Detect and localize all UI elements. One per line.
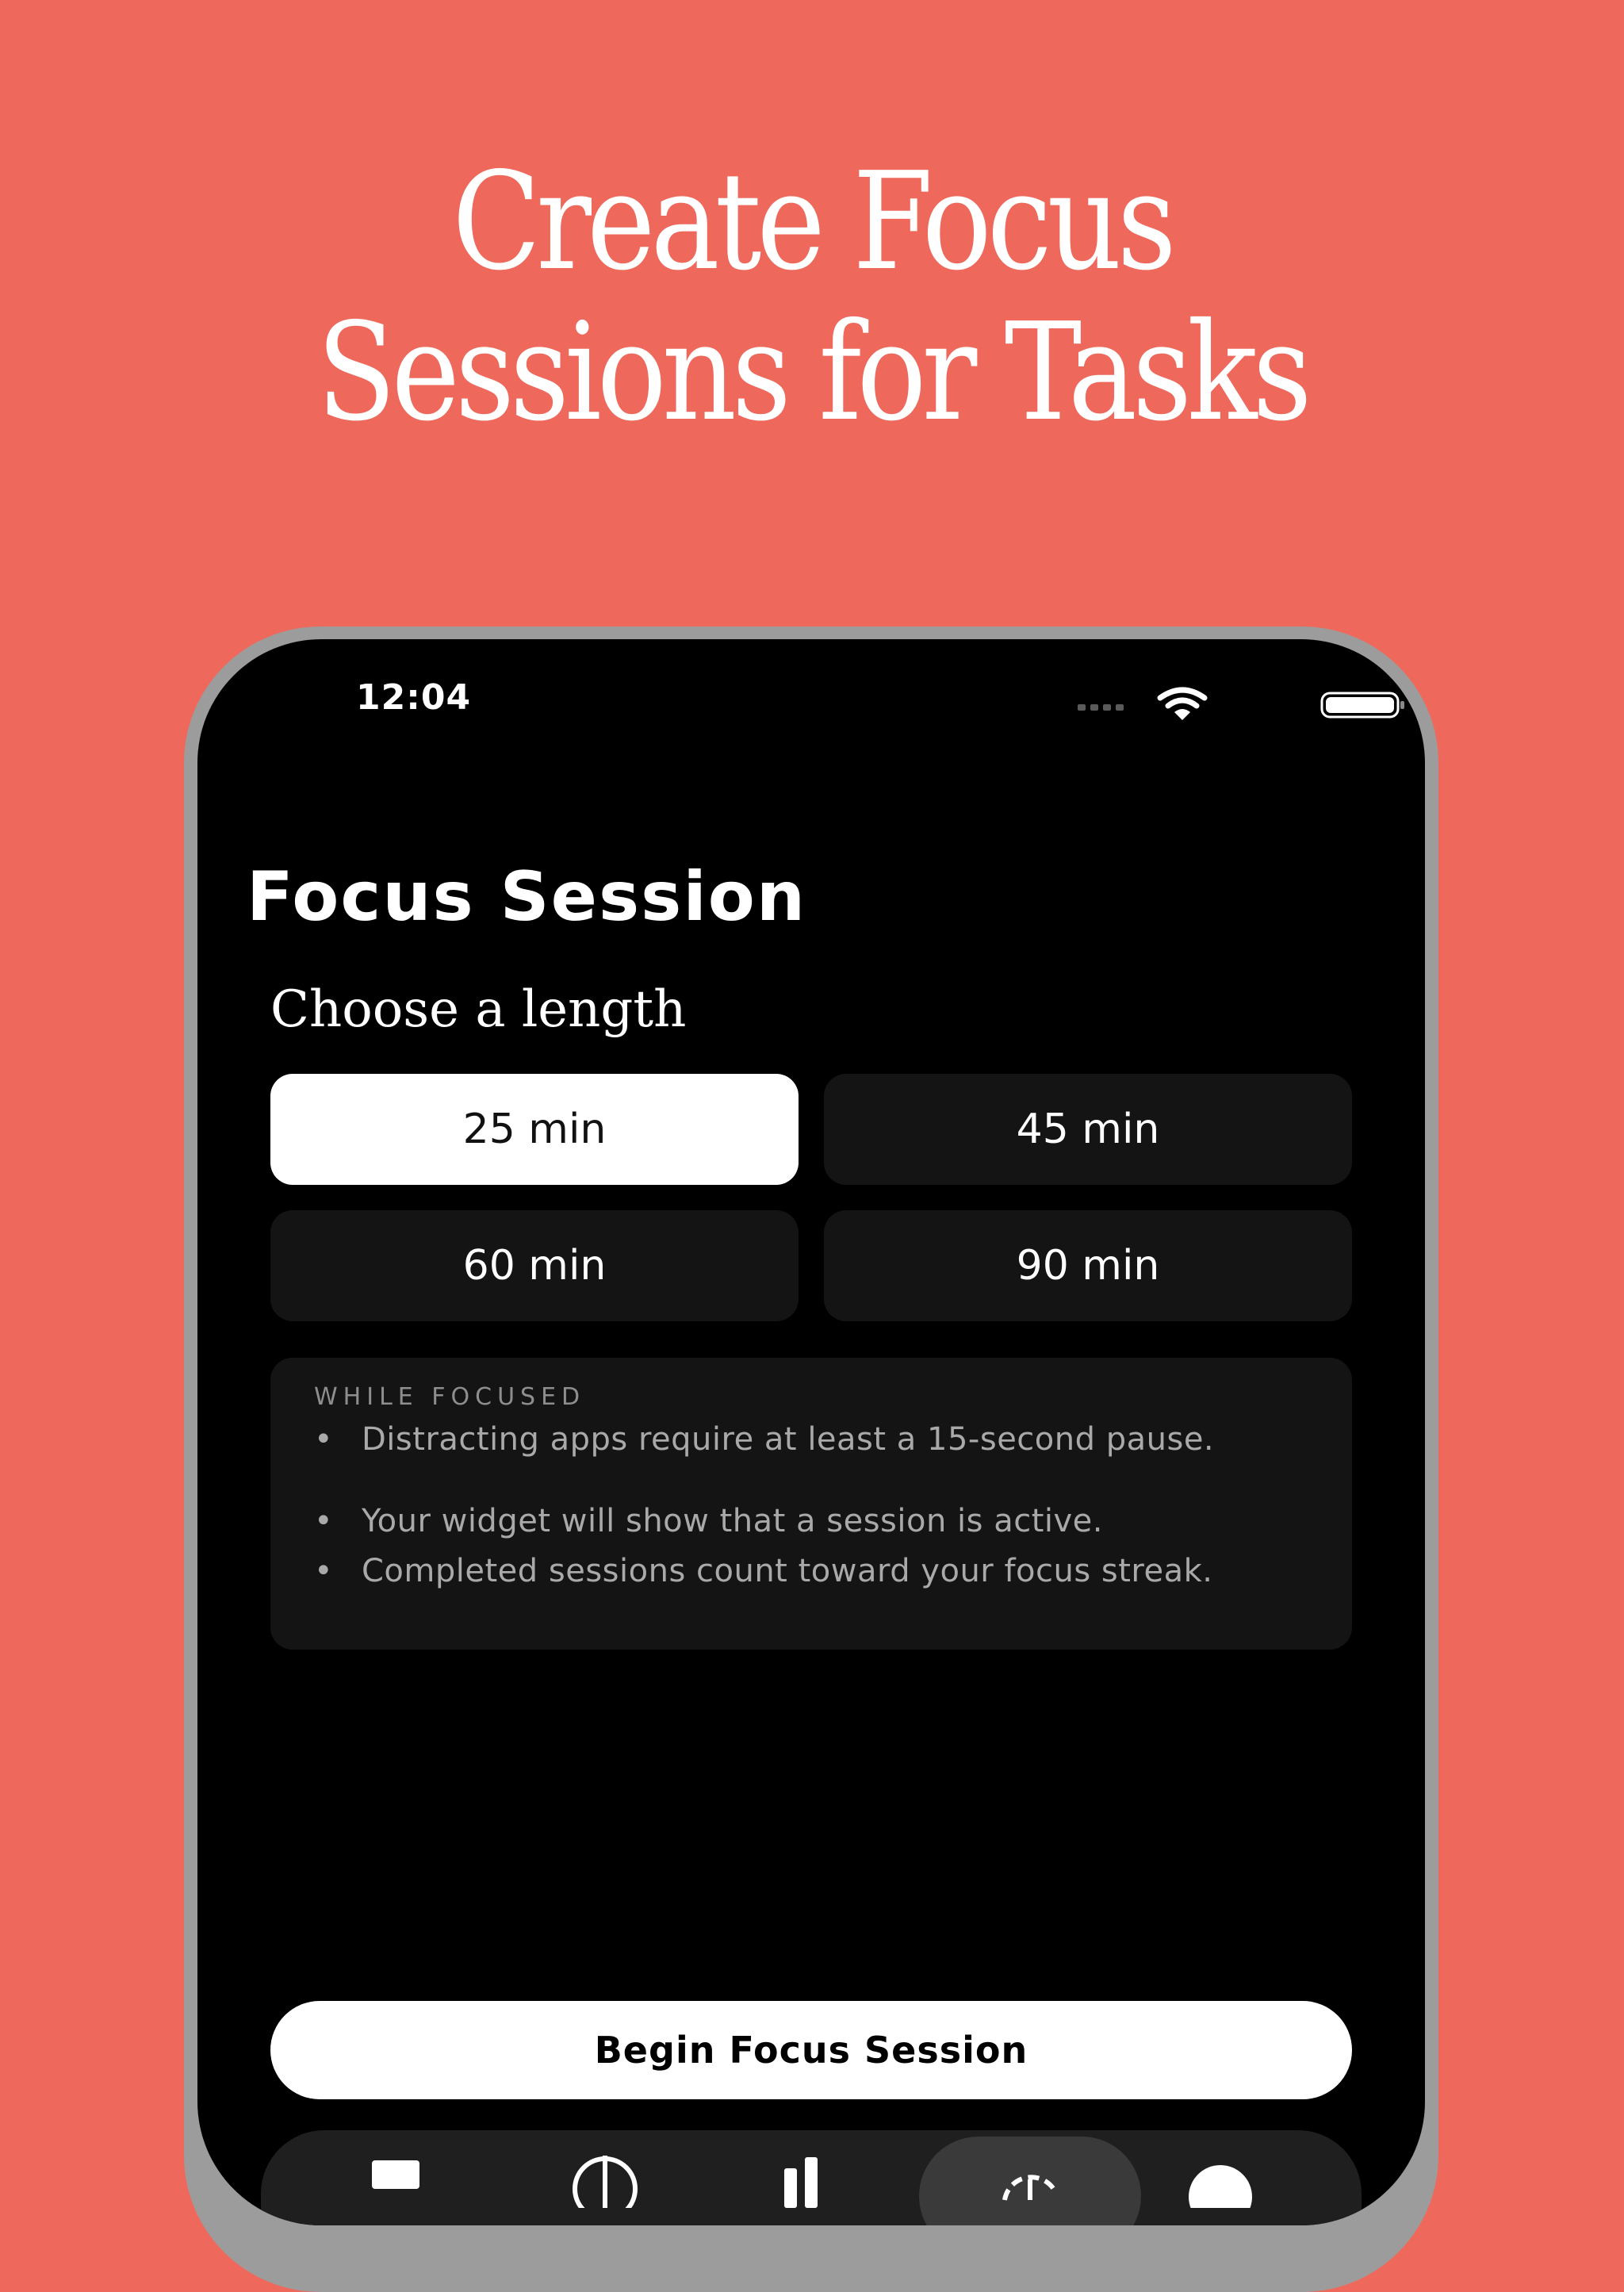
- focus-info-card: WHILE FOCUSED • Distracting apps require…: [270, 1358, 1352, 1650]
- phone-screen: 12:04 Focus Session Choose a length 25 m…: [197, 639, 1425, 2225]
- length-option-25[interactable]: 25 min: [270, 1074, 799, 1185]
- tab-bar: [261, 2130, 1362, 2225]
- headline: Create Focus Sessions for Tasks: [113, 147, 1510, 448]
- begin-focus-session-button[interactable]: Begin Focus Session: [270, 2001, 1352, 2099]
- length-prompt: Choose a length: [270, 980, 687, 1039]
- length-option-label: 45 min: [1016, 1106, 1160, 1153]
- focus-timer-icon[interactable]: [982, 2144, 1078, 2208]
- length-option-45[interactable]: 45 min: [824, 1074, 1352, 1185]
- bullet-text: Completed sessions count toward your foc…: [362, 1553, 1213, 1589]
- globe-icon[interactable]: [557, 2144, 653, 2208]
- length-option-label: 60 min: [462, 1242, 607, 1290]
- page-title: Focus Session: [247, 857, 807, 937]
- length-option-label: 25 min: [462, 1106, 607, 1153]
- info-card-label: WHILE FOCUSED: [314, 1383, 586, 1411]
- battery-icon: [1320, 692, 1404, 719]
- headline-line-1: Create Focus: [452, 144, 1176, 301]
- wifi-icon: [1157, 687, 1208, 720]
- stats-icon[interactable]: [753, 2144, 848, 2208]
- profile-icon[interactable]: [1173, 2144, 1268, 2208]
- length-option-60[interactable]: 60 min: [270, 1210, 799, 1321]
- length-option-90[interactable]: 90 min: [824, 1210, 1352, 1321]
- headline-line-2: Sessions for Tasks: [316, 294, 1312, 451]
- list-icon[interactable]: [348, 2144, 443, 2208]
- status-time: 12:04: [356, 677, 472, 718]
- bullet-text: Your widget will show that a session is …: [362, 1503, 1104, 1539]
- length-option-label: 90 min: [1016, 1242, 1160, 1290]
- bullet-text: Distracting apps require at least a 15-s…: [362, 1421, 1215, 1458]
- cellular-signal-icon: [1078, 704, 1124, 711]
